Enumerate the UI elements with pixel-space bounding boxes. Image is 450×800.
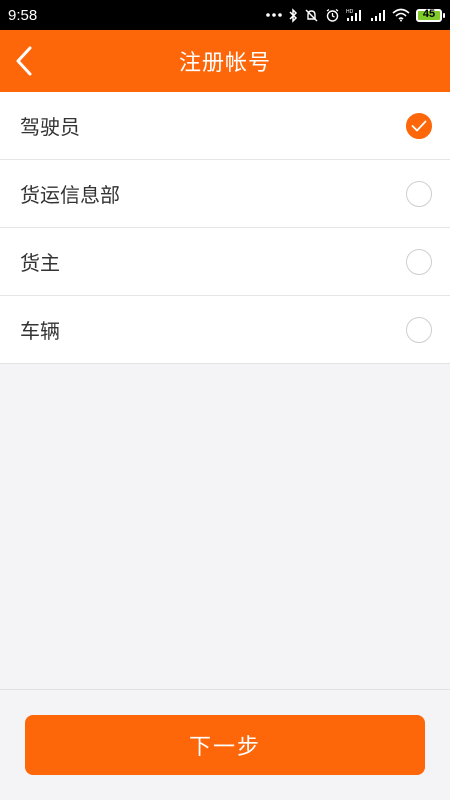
signal-icon <box>371 9 385 21</box>
option-label: 货运信息部 <box>20 183 120 207</box>
battery-level: 45 <box>422 7 436 20</box>
bottom-bar: 下一步 <box>0 689 450 800</box>
radio-unchecked-icon[interactable] <box>406 316 432 343</box>
more-dots-icon <box>266 13 282 17</box>
status-time: 9:58 <box>8 6 38 24</box>
status-bar: 9:58 HD 45 <box>0 0 450 30</box>
radio-checked-icon[interactable] <box>406 112 432 139</box>
option-cargo-owner[interactable]: 货主 <box>0 228 450 296</box>
svg-text:HD: HD <box>346 9 354 15</box>
chevron-left-icon <box>16 46 32 76</box>
status-icons: HD 45 <box>266 7 445 23</box>
option-driver[interactable]: 驾驶员 <box>0 92 450 160</box>
back-button[interactable] <box>8 43 40 79</box>
option-vehicle[interactable]: 车辆 <box>0 296 450 364</box>
account-type-list: 驾驶员 货运信息部 货主 车辆 <box>0 92 450 364</box>
radio-unchecked-icon[interactable] <box>406 180 432 207</box>
option-label: 驾驶员 <box>20 115 80 139</box>
next-step-button[interactable]: 下一步 <box>25 715 425 775</box>
option-label: 车辆 <box>20 319 60 343</box>
option-freight-info-dept[interactable]: 货运信息部 <box>0 160 450 228</box>
wifi-icon <box>392 8 410 22</box>
page-title: 注册帐号 <box>178 51 271 76</box>
silent-icon <box>305 9 318 21</box>
option-label: 货主 <box>20 251 60 275</box>
signal-hd-icon: HD <box>346 9 361 21</box>
radio-unchecked-icon[interactable] <box>406 248 432 275</box>
app-bar: 注册帐号 <box>0 30 450 92</box>
bluetooth-icon <box>289 7 298 23</box>
battery-icon: 45 <box>416 7 445 22</box>
alarm-icon <box>326 8 339 22</box>
